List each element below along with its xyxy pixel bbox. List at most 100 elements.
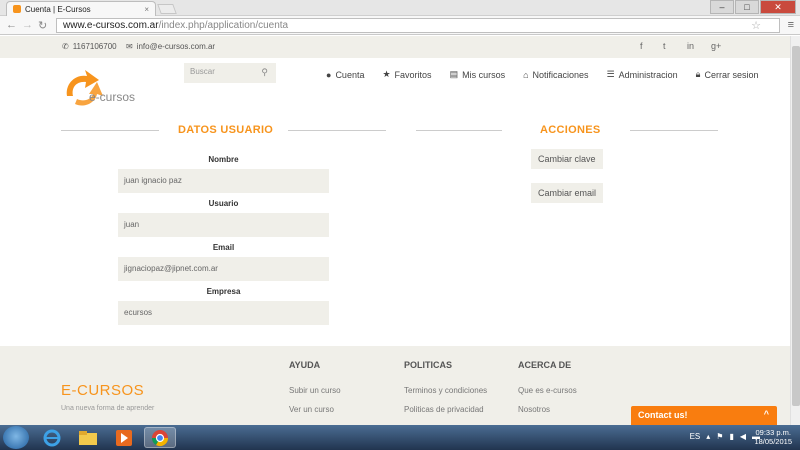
facebook-icon[interactable]: f — [640, 41, 643, 51]
site-topbar: ✆ 1167106700 ✉ info@e-cursos.com.ar f t … — [0, 36, 800, 58]
email-field[interactable]: jignaciopaz@jipnet.com.ar — [118, 257, 329, 281]
reload-icon[interactable]: ↻ — [38, 19, 47, 32]
inbox-icon: ⌂ — [523, 69, 529, 80]
phone-contact: ✆ 1167106700 — [62, 42, 117, 51]
address-bar[interactable]: www.e-cursos.com.ar/index.php/applicatio… — [56, 18, 780, 33]
scrollbar-thumb[interactable] — [792, 46, 800, 406]
footer-link-subir-curso[interactable]: Subir un curso — [289, 386, 341, 395]
contact-us-widget[interactable]: Contact us! ^ — [631, 406, 777, 425]
footer-heading-acerca-de: ACERCA DE — [518, 360, 572, 370]
chrome-icon[interactable] — [144, 427, 176, 448]
window-maximize-button[interactable]: □ — [735, 0, 759, 14]
divider — [630, 130, 718, 131]
section-title-datos-usuario: DATOS USUARIO — [178, 124, 274, 136]
google-plus-icon[interactable]: g+ — [711, 41, 721, 51]
clock-date: 18/05/2015 — [754, 437, 792, 446]
volume-icon[interactable]: ◀ — [740, 432, 746, 441]
nav-label: Notificaciones — [532, 69, 589, 80]
footer-link-nosotros[interactable]: Nosotros — [518, 405, 550, 414]
clock-time: 09:33 p.m. — [755, 428, 791, 437]
browser-menu-icon[interactable]: ≡ — [788, 19, 794, 31]
nav-item-favoritos[interactable]: ★ Favoritos — [382, 69, 431, 80]
tab-title: Cuenta | E-Cursos — [25, 4, 91, 14]
windows-taskbar: ES ▴ ⚑ ▮ ◀ ▬ 09:33 p.m. 18/05/2015 — [0, 425, 800, 450]
star-icon: ★ — [382, 69, 391, 79]
browser-toolbar: ← → ↻ www.e-cursos.com.ar/index.php/appl… — [0, 16, 800, 35]
search-icon[interactable]: ⚲ — [261, 67, 268, 78]
language-indicator[interactable]: ES — [690, 432, 701, 441]
linkedin-icon[interactable]: in — [687, 41, 694, 51]
empresa-field[interactable]: ecursos — [118, 301, 329, 325]
twitter-icon[interactable]: t — [663, 41, 666, 51]
contact-email: info@e-cursos.com.ar — [136, 42, 216, 51]
footer-heading-politicas: POLITICAS — [404, 360, 453, 370]
envelope-icon: ✉ — [126, 42, 133, 51]
back-arrow-icon[interactable]: ← — [6, 19, 17, 31]
forward-arrow-icon[interactable]: → — [22, 19, 33, 31]
site-logo[interactable]: e-cursos — [61, 66, 141, 108]
field-label-email: Email — [212, 243, 235, 252]
email-contact[interactable]: ✉ info@e-cursos.com.ar — [126, 42, 215, 51]
nav-item-cuenta[interactable]: ● Cuenta — [326, 69, 364, 80]
main-nav: ● Cuenta ★ Favoritos ▤ Mis cursos ⌂ Notifica… — [326, 69, 759, 80]
nav-item-administracion[interactable]: ☰ Administracion — [607, 69, 678, 80]
divider — [416, 130, 502, 131]
nav-label: Cuenta — [335, 69, 365, 80]
nav-label: Administracion — [618, 69, 678, 80]
cambiar-email-button[interactable]: Cambiar email — [531, 183, 604, 203]
search-input[interactable]: Buscar ⚲ — [184, 63, 276, 83]
section-title-acciones: ACCIONES — [540, 124, 601, 136]
nav-label: Favoritos — [394, 69, 432, 80]
window-close-button[interactable]: ✕ — [760, 0, 796, 14]
footer-link-que-es[interactable]: Que es e-cursos — [518, 386, 577, 395]
internet-explorer-icon[interactable] — [36, 427, 68, 448]
nav-label: Mis cursos — [462, 69, 506, 80]
footer-link-terminos[interactable]: Terminos y condiciones — [404, 386, 487, 395]
url-path: /index.php/application/cuenta — [158, 20, 289, 31]
footer-brand: E-CURSOS — [61, 382, 145, 399]
list-icon: ☰ — [606, 69, 615, 79]
nav-item-mis-cursos[interactable]: ▤ Mis cursos — [450, 69, 506, 80]
window-minimize-button[interactable]: – — [710, 0, 734, 14]
phone-icon: ✆ — [62, 42, 69, 51]
browser-tab-strip: Cuenta | E-Cursos × – □ ✕ — [0, 0, 800, 16]
nav-item-cerrar-sesion[interactable]: 🔒︎ Cerrar sesion — [696, 69, 759, 80]
phone-number: 1167106700 — [72, 42, 117, 51]
footer-tagline: Una nueva forma de aprender — [61, 405, 155, 412]
document-icon: ▤ — [449, 69, 459, 79]
show-hidden-icons-icon[interactable]: ▴ — [706, 432, 710, 441]
search-placeholder: Buscar — [190, 67, 215, 76]
tab-close-icon[interactable]: × — [144, 5, 149, 14]
nombre-field[interactable]: juan ignacio paz — [118, 169, 329, 193]
field-label-nombre: Nombre — [208, 155, 239, 164]
start-button[interactable] — [3, 426, 29, 449]
lock-icon: 🔒︎ — [695, 69, 701, 79]
user-icon: ● — [326, 69, 332, 80]
usuario-field[interactable]: juan — [118, 213, 329, 237]
chevron-up-icon[interactable]: ^ — [764, 409, 769, 419]
footer-link-ver-curso[interactable]: Ver un curso — [289, 405, 334, 414]
nav-label: Cerrar sesion — [704, 69, 759, 80]
footer-heading-ayuda: AYUDA — [289, 360, 321, 370]
site-favicon-icon — [13, 5, 21, 13]
file-explorer-icon[interactable] — [72, 427, 104, 448]
nav-item-notificaciones[interactable]: ⌂ Notificaciones — [523, 69, 588, 80]
new-tab-button[interactable] — [157, 4, 177, 14]
action-center-flag-icon[interactable]: ⚑ — [716, 432, 723, 441]
url-host: www.e-cursos.com.ar — [63, 20, 159, 31]
page-scrollbar[interactable] — [790, 36, 800, 425]
divider — [288, 130, 386, 131]
system-clock[interactable]: 09:33 p.m. 18/05/2015 — [754, 428, 792, 446]
bookmark-star-icon[interactable]: ☆ — [751, 19, 761, 32]
footer-link-privacidad[interactable]: Politicas de privacidad — [404, 405, 484, 414]
media-player-icon[interactable] — [108, 427, 140, 448]
field-label-usuario: Usuario — [208, 199, 239, 208]
divider — [61, 130, 159, 131]
cambiar-clave-button[interactable]: Cambiar clave — [531, 149, 603, 169]
network-signal-icon[interactable]: ▮ — [729, 432, 733, 441]
contact-us-label: Contact us! — [638, 410, 688, 420]
field-label-empresa: Empresa — [206, 287, 241, 296]
system-tray: ES ▴ ⚑ ▮ ◀ ▬ — [690, 432, 760, 441]
logo-text: e-cursos — [89, 90, 136, 104]
browser-tab[interactable]: Cuenta | E-Cursos × — [6, 1, 156, 16]
